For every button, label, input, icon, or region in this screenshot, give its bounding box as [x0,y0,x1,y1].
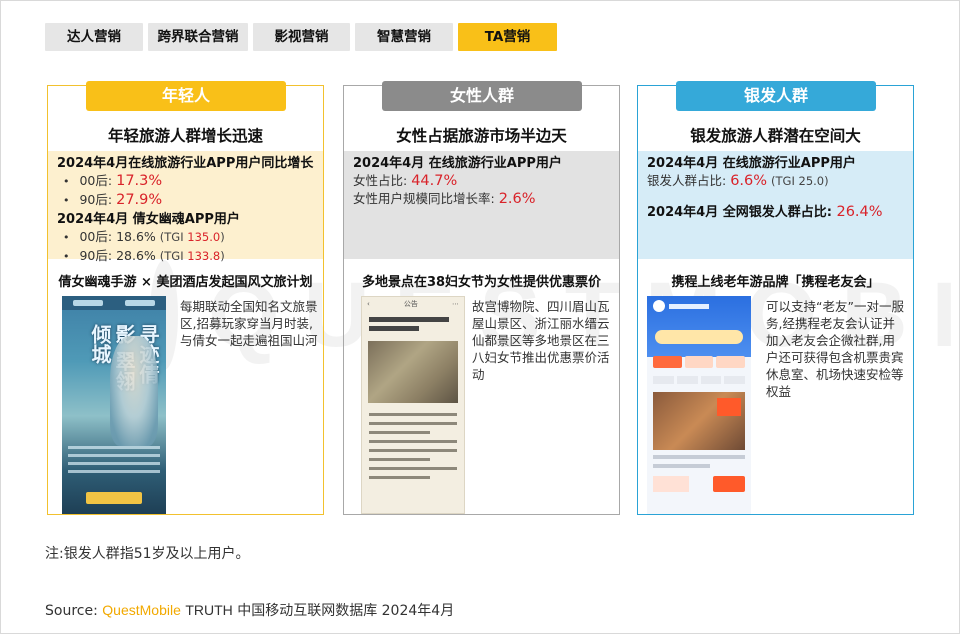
notice-text-line [369,431,431,434]
tgi-label: (TGI [159,230,184,244]
stat-value: 27.9% [116,192,163,208]
screenshot-topbar [62,296,166,310]
stat-value: 2.6% [498,191,536,207]
notice-screenshot: ‹ 公告 ⋯ [361,296,465,514]
stat-value: 6.6% [730,173,768,189]
card-pill-label: 银发人群 [676,81,876,111]
stat-line: 女性占比: 44.7% [353,172,610,190]
notice-text-line [369,449,457,452]
more-icon: ⋯ [452,300,459,308]
source-brand: QuestMobile [102,602,181,618]
tgi-number: 135.0 [187,230,221,244]
tab-influencer-marketing[interactable]: 达人营销 [45,23,143,51]
screenshot-header [647,296,751,316]
notice-title-line [369,326,419,331]
stat-heading: 2024年4月 在线旅游行业APP用户 [647,156,856,171]
screenshot-nav-label: 公告 [403,300,418,308]
stat-box: 2024年4月 在线旅游行业APP用户 女性占比: 44.7% 女性用户规模同比… [344,151,619,259]
notice-title-line [369,317,449,322]
screenshot-text-line [653,455,745,459]
stat-box: 2024年4月 在线旅游行业APP用户 银发人群占比: 6.6% (TGI 25… [638,151,913,259]
stat-label: 女性占比: [353,173,408,188]
stat-value: 18.6% [116,229,156,244]
stat-heading: 2024年4月在线旅游行业APP用户同比增长 [57,156,314,171]
screenshot-banner [655,330,743,344]
notice-text-line [369,467,457,470]
stat-heading-text: 2024年4月 全网银发人群占比: [647,205,832,220]
card-pill-label: 女性人群 [382,81,582,111]
footnote: 注:银发人群指51岁及以上用户。 [45,546,250,562]
stat-line: 00后: 18.6% (TGI 135.0) [57,228,314,247]
hotel-image [653,392,745,450]
stat-value: 17.3% [116,173,163,189]
stat-line: 银发人群占比: 6.6% (TGI 25.0) [647,172,904,190]
case-description: 故宫博物院、四川眉山瓦屋山景区、浙江丽水缙云仙都景区等多地景区在三八妇女节推出优… [472,299,610,382]
source-line: Source: QuestMobile TRUTH 中国移动互联网数据库 202… [45,600,454,620]
tgi-value: (TGI 25.0) [771,174,829,188]
stat-line: 90后: 27.9% [57,191,314,210]
tgi-value: (TGI 135.0) [160,230,225,244]
stat-label: 90后: [79,248,113,263]
tgi-number: 133.8 [187,249,221,263]
card-title: 银发旅游人群潜在空间大 [690,127,861,145]
source-rest: 中国移动互联网数据库 2024年4月 [237,603,455,619]
app-screenshot [647,296,751,514]
stat-line: 女性用户规模同比增长率: 2.6% [353,190,610,208]
case-description: 可以支持“老友”一对一服务,经携程老友会认证并加入老友会企微社群,用户还可获得包… [766,299,904,399]
stat-value: 28.6% [116,248,156,263]
notice-text-line [369,422,457,425]
screenshot-navbar: ‹ 公告 ⋯ [362,297,464,311]
notice-text-line [369,413,457,416]
case-title: 多地景点在38妇女节为女性提供优惠票价 [361,275,602,290]
screenshot-grid [653,376,745,384]
character-figure [110,336,158,446]
notice-text-line [369,458,431,461]
tab-ta-marketing[interactable]: TA营销 [458,23,557,51]
tab-smart-marketing[interactable]: 智慧营销 [355,23,453,51]
game-promo-screenshot: 寻迹倩影 翠翎倾城 [62,296,166,514]
stat-label: 银发人群占比: [647,173,727,188]
tgi-value: (TGI 133.8) [160,249,225,263]
stat-heading: 2024年4月 在线旅游行业APP用户 [353,156,562,171]
case-description: 每期联动全国知名文旅景区,招募玩家穿当月时装,与倩女一起走遍祖国山河 [180,299,318,348]
tab-crossover-marketing[interactable]: 跨界联合营销 [148,23,248,51]
case-title: 携程上线老年游品牌「携程老友会」 [671,275,880,290]
tgi-close: ) [220,230,225,244]
notice-text-line [369,440,457,443]
case-title: 倩女幽魂手游 × 美团酒店发起国风文旅计划 [58,275,313,290]
stat-heading: 2024年4月 全网银发人群占比: 26.4% [647,204,904,221]
screenshot-text-block [68,446,160,484]
stat-label: 00后: [79,229,113,244]
back-icon: ‹ [367,300,370,308]
screenshot-price-row [653,476,745,492]
screenshot-cta [86,492,142,504]
stat-line: 00后: 17.3% [57,172,314,191]
stat-box: 2024年4月在线旅游行业APP用户同比增长 00后: 17.3% 90后: 2… [48,151,323,263]
source-prefix: Source: [45,603,98,619]
card-women: 女性人群 女性占据旅游市场半边天 2024年4月 在线旅游行业APP用户 女性占… [343,81,620,515]
notice-image [368,341,458,403]
stat-label: 00后: [79,173,113,188]
stat-value: 26.4% [836,204,883,220]
notice-text-line [369,476,431,479]
tgi-close: ) [220,249,225,263]
card-young-people: 年轻人 年轻旅游人群增长迅速 2024年4月在线旅游行业APP用户同比增长 00… [47,81,324,515]
card-pill-label: 年轻人 [86,81,286,111]
tab-film-marketing[interactable]: 影视营销 [253,23,350,51]
stat-heading: 2024年4月 倩女幽魂APP用户 [57,212,240,227]
tgi-label: (TGI [159,249,184,263]
card-title: 女性占据旅游市场半边天 [396,127,567,145]
stat-label: 90后: [79,192,113,207]
card-title: 年轻旅游人群增长迅速 [107,127,263,145]
tab-bar: 达人营销 跨界联合营销 影视营销 智慧营销 TA营销 [45,23,557,51]
source-product: TRUTH [185,602,233,618]
screenshot-chips [653,356,746,368]
stat-line: 90后: 28.6% (TGI 133.8) [57,247,314,266]
stat-value: 44.7% [411,173,458,189]
screenshot-text-line [653,464,711,468]
stat-label: 女性用户规模同比增长率: [353,191,495,206]
card-silver-haired: 银发人群 银发旅游人群潜在空间大 2024年4月 在线旅游行业APP用户 银发人… [637,81,914,515]
